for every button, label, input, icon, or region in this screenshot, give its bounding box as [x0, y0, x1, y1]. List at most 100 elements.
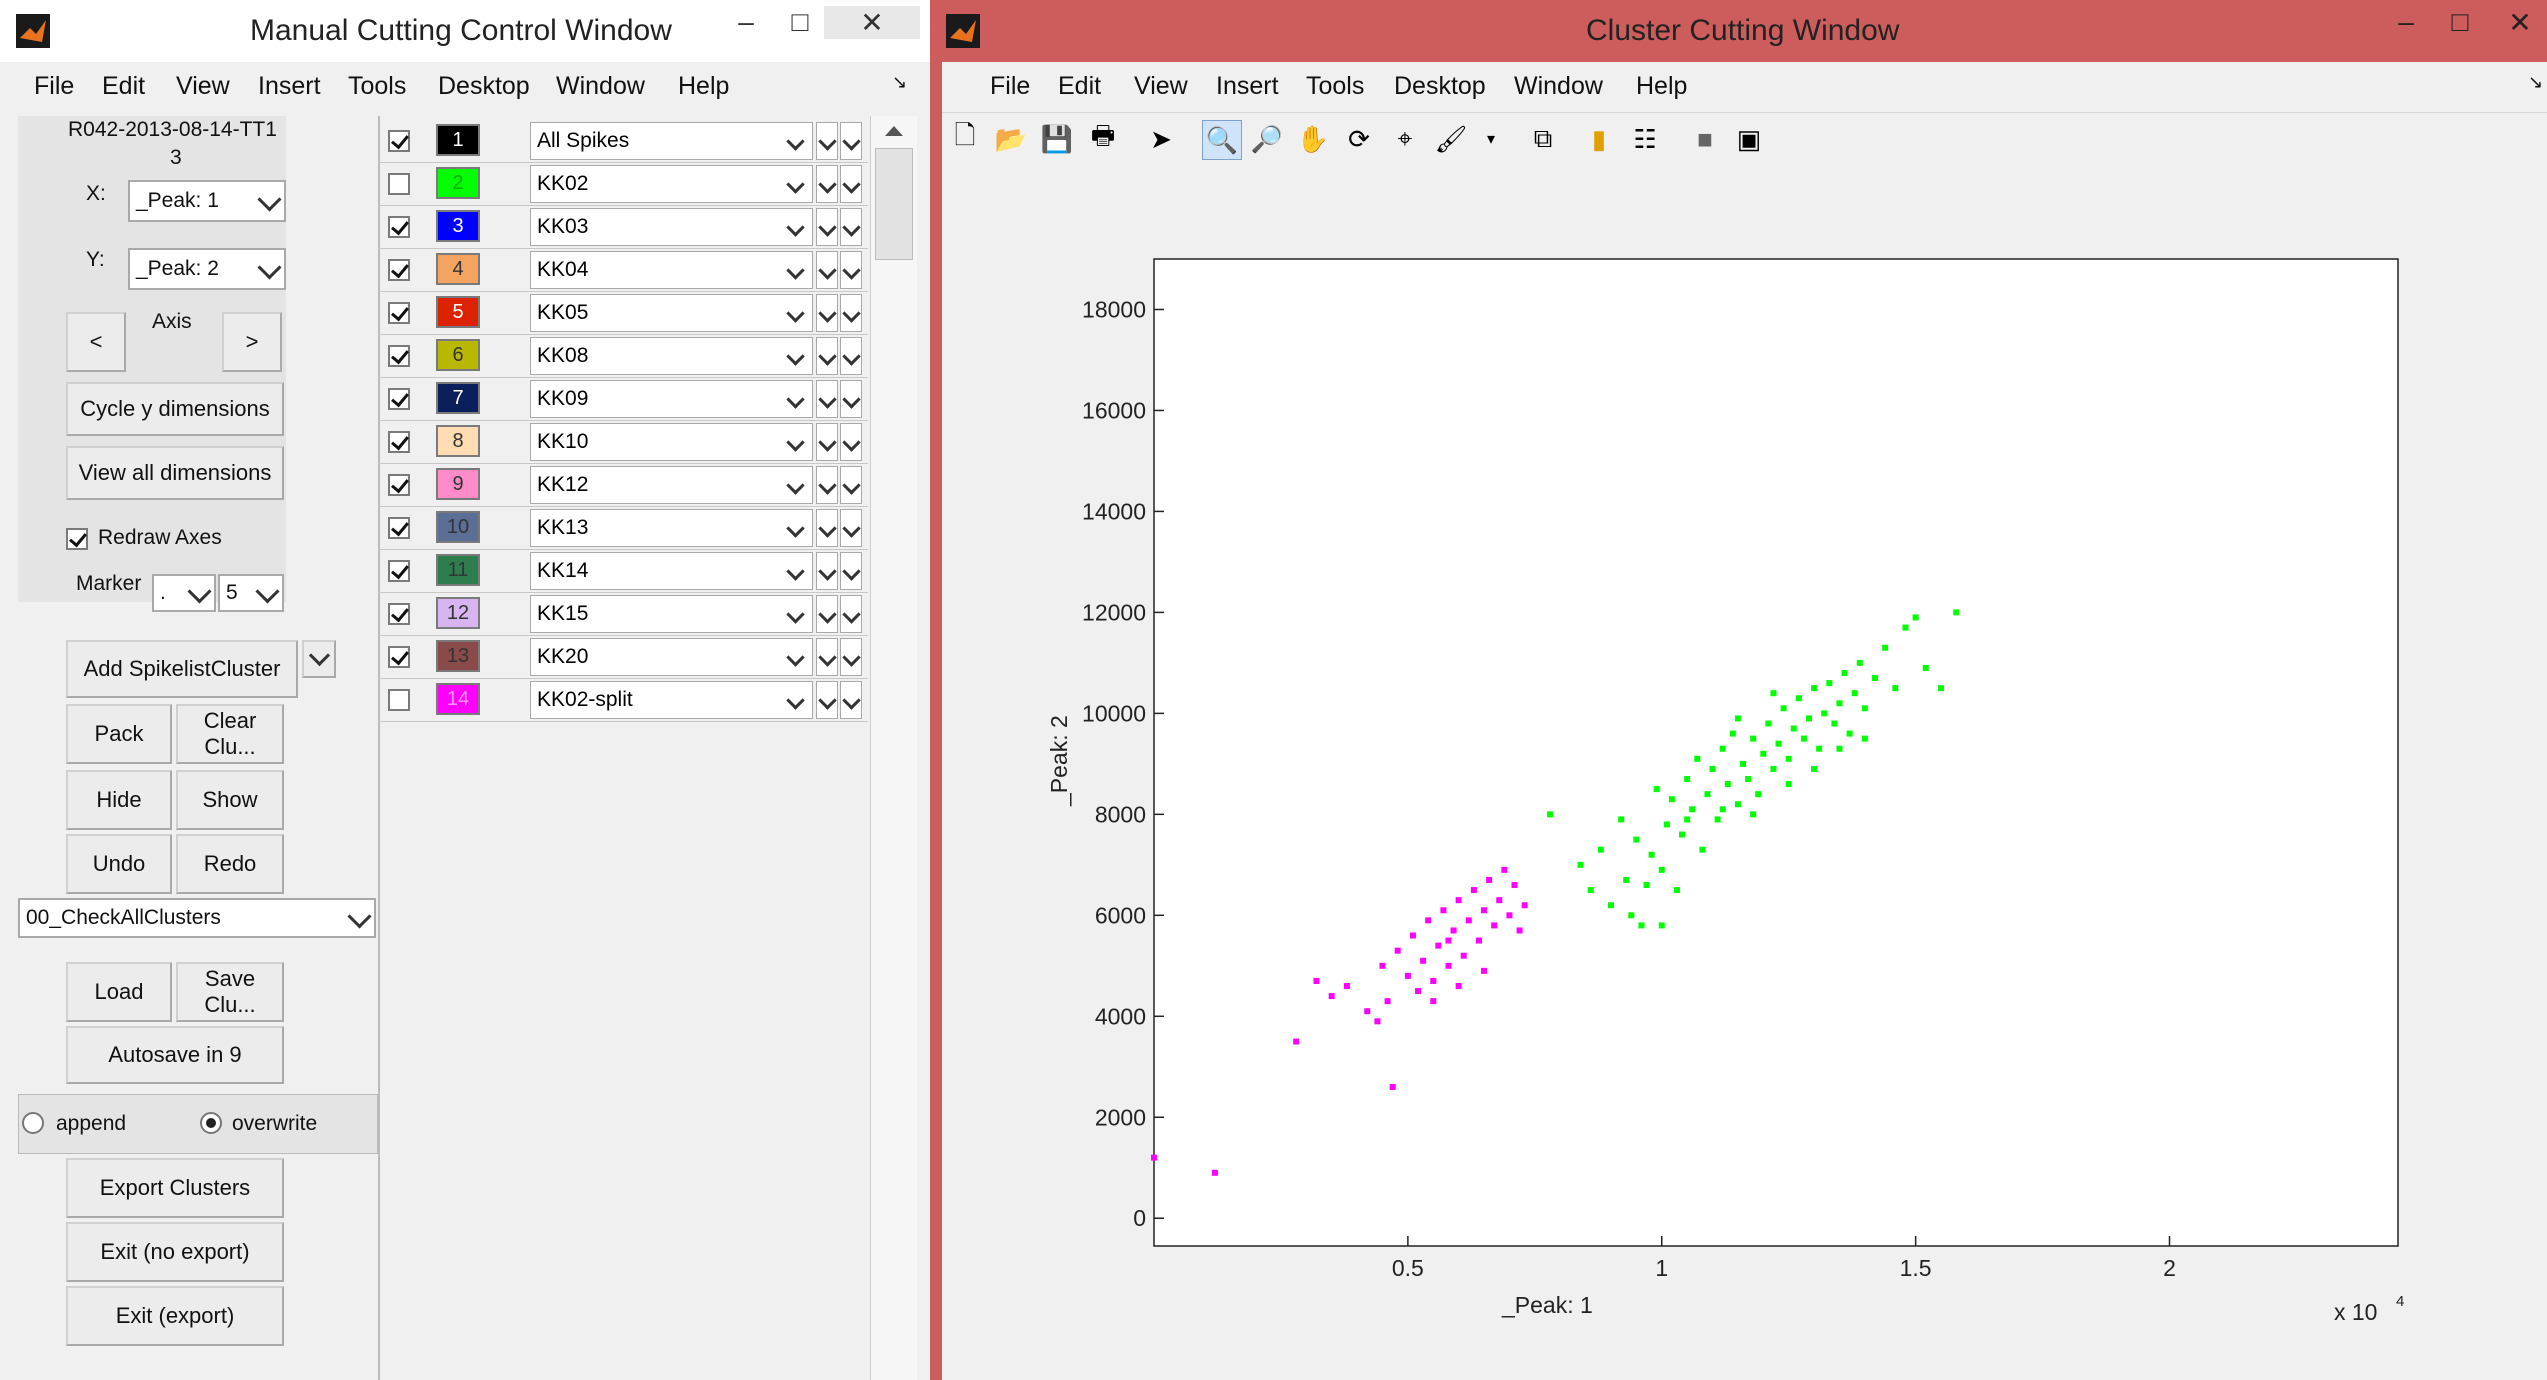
cluster-color-swatch[interactable]: 10 [436, 511, 480, 543]
add-cluster-menu[interactable] [302, 640, 336, 678]
cluster-color-swatch[interactable]: 12 [436, 597, 480, 629]
cluster-actions-menu[interactable] [840, 380, 862, 418]
cluster-actions-menu[interactable] [840, 423, 862, 461]
menu-tools[interactable]: Tools [1306, 72, 1364, 101]
cluster-name-select[interactable]: KK04 [530, 251, 813, 289]
cluster-actions-menu[interactable] [840, 681, 862, 719]
new-figure-icon[interactable]: 🗋 [946, 120, 984, 158]
cluster-visible-checkbox[interactable] [388, 689, 410, 711]
cluster-visible-checkbox[interactable] [388, 216, 410, 238]
cluster-actions-menu[interactable] [840, 638, 862, 676]
marker-size-select[interactable]: 5 [218, 574, 284, 612]
export-clusters-button[interactable]: Export Clusters [66, 1158, 284, 1218]
cluster-name-select[interactable]: KK14 [530, 552, 813, 590]
scatter-plot[interactable]: 0 2000 4000 6000 8000 10000 12000 14000 16000 180… [942, 166, 2547, 1380]
cluster-color-swatch[interactable]: 1 [436, 124, 480, 156]
cluster-color-swatch[interactable]: 14 [436, 683, 480, 715]
close-icon[interactable]: ✕ [824, 6, 920, 39]
autosave-button[interactable]: Autosave in 9 [66, 1026, 284, 1084]
cluster-name-select[interactable]: KK05 [530, 294, 813, 332]
brush-dropdown-icon[interactable]: ▾ [1472, 120, 1510, 158]
show-button[interactable]: Show [176, 770, 284, 830]
dock-arrow-icon[interactable]: ↘ [892, 72, 907, 93]
exit-no-export-button[interactable]: Exit (no export) [66, 1222, 284, 1282]
maximize-icon[interactable]: □ [770, 6, 830, 38]
cluster-name-select[interactable]: KK09 [530, 380, 813, 418]
cluster-actions-menu[interactable] [840, 337, 862, 375]
save-clusters-button[interactable]: Save Clu... [176, 962, 284, 1022]
x-dimension-select[interactable]: _Peak: 1 [128, 180, 286, 222]
cluster-actions-menu[interactable] [840, 466, 862, 504]
cluster-options-menu[interactable] [816, 251, 838, 289]
scroll-up-icon[interactable] [885, 126, 903, 136]
redo-button[interactable]: Redo [176, 834, 284, 894]
undo-button[interactable]: Undo [66, 834, 172, 894]
rotate-3d-icon[interactable]: ⟳ [1340, 120, 1378, 158]
cluster-color-swatch[interactable]: 9 [436, 468, 480, 500]
append-radio[interactable] [22, 1112, 44, 1134]
exit-export-button[interactable]: Exit (export) [66, 1286, 284, 1346]
cluster-visible-checkbox[interactable] [388, 130, 410, 152]
menu-desktop[interactable]: Desktop [1394, 72, 1486, 101]
minimize-icon[interactable]: – [716, 6, 776, 38]
cycle-y-button[interactable]: Cycle y dimensions [66, 382, 284, 436]
scroll-thumb[interactable] [875, 148, 913, 260]
maximize-icon[interactable]: □ [2430, 6, 2490, 38]
cluster-visible-checkbox[interactable] [388, 259, 410, 281]
menu-help[interactable]: Help [1636, 72, 1687, 101]
cluster-color-swatch[interactable]: 4 [436, 253, 480, 285]
open-file-icon[interactable]: 📂 [992, 120, 1030, 158]
hide-plot-tools-icon[interactable]: ■ [1686, 120, 1724, 158]
clear-clusters-button[interactable]: Clear Clu... [176, 704, 284, 764]
dock-arrow-icon[interactable]: ↘ [2528, 72, 2543, 93]
marker-style-select[interactable]: . [152, 574, 216, 612]
legend-icon[interactable]: ☷ [1626, 120, 1664, 158]
cluster-actions-menu[interactable] [840, 208, 862, 246]
redraw-axes-checkbox[interactable] [66, 528, 88, 550]
cluster-name-select[interactable]: KK02-split [530, 681, 813, 719]
brush-icon[interactable]: 🖌 [1432, 120, 1470, 158]
load-button[interactable]: Load [66, 962, 172, 1022]
print-icon[interactable]: 🖶 [1084, 120, 1122, 158]
menu-file[interactable]: File [34, 72, 74, 101]
cluster-actions-menu[interactable] [840, 294, 862, 332]
cluster-name-select[interactable]: KK13 [530, 509, 813, 547]
link-plot-icon[interactable]: ⧉ [1524, 120, 1562, 158]
cluster-options-menu[interactable] [816, 122, 838, 160]
cluster-color-swatch[interactable]: 11 [436, 554, 480, 586]
overwrite-radio[interactable] [200, 1112, 222, 1134]
cluster-options-menu[interactable] [816, 294, 838, 332]
cluster-actions-menu[interactable] [840, 595, 862, 633]
cluster-color-swatch[interactable]: 3 [436, 210, 480, 242]
cluster-visible-checkbox[interactable] [388, 388, 410, 410]
cluster-name-select[interactable]: KK20 [530, 638, 813, 676]
minimize-icon[interactable]: – [2376, 6, 2436, 38]
menu-edit[interactable]: Edit [102, 72, 145, 101]
show-plot-tools-icon[interactable]: ▣ [1730, 120, 1768, 158]
menu-window[interactable]: Window [556, 72, 645, 101]
pack-button[interactable]: Pack [66, 704, 172, 764]
cluster-color-swatch[interactable]: 6 [436, 339, 480, 371]
cluster-color-swatch[interactable]: 8 [436, 425, 480, 457]
menu-help[interactable]: Help [678, 72, 729, 101]
menu-desktop[interactable]: Desktop [438, 72, 530, 101]
view-all-button[interactable]: View all dimensions [66, 446, 284, 500]
check-clusters-select[interactable]: 00_CheckAllClusters [18, 898, 376, 938]
cluster-options-menu[interactable] [816, 165, 838, 203]
cluster-options-menu[interactable] [816, 423, 838, 461]
next-axis-button[interactable]: > [222, 312, 282, 372]
cluster-options-menu[interactable] [816, 595, 838, 633]
cluster-name-select[interactable]: KK12 [530, 466, 813, 504]
cluster-visible-checkbox[interactable] [388, 345, 410, 367]
cluster-options-menu[interactable] [816, 681, 838, 719]
cluster-actions-menu[interactable] [840, 122, 862, 160]
cluster-scrollbar[interactable] [870, 116, 917, 1380]
data-cursor-icon[interactable]: ⌖ [1386, 120, 1424, 158]
menu-tools[interactable]: Tools [348, 72, 406, 101]
cluster-options-menu[interactable] [816, 466, 838, 504]
pointer-icon[interactable]: ➤ [1142, 120, 1180, 158]
cluster-name-select[interactable]: KK03 [530, 208, 813, 246]
menu-file[interactable]: File [990, 72, 1030, 101]
cluster-name-select[interactable]: KK10 [530, 423, 813, 461]
cluster-color-swatch[interactable]: 2 [436, 167, 480, 199]
